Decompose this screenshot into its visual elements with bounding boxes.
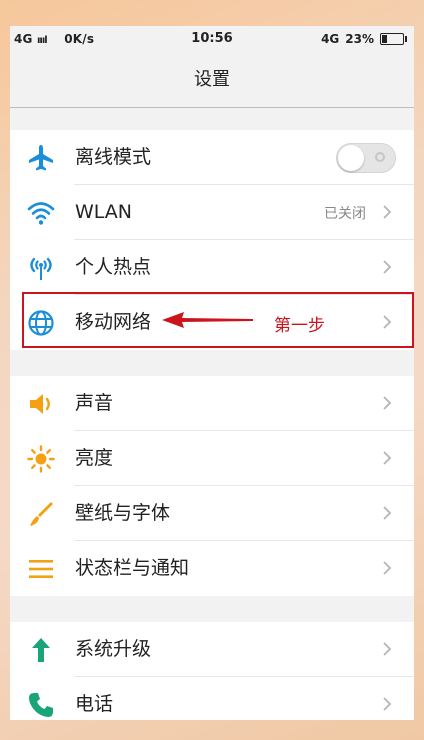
chevron-right-icon — [380, 450, 394, 466]
settings-item-label: 电话 — [75, 693, 114, 715]
settings-item-statusbar-notifications[interactable]: 状态栏与通知 — [10, 541, 414, 596]
status-right: 4G 23% — [321, 32, 407, 46]
brush-icon — [26, 499, 56, 529]
phone-screen: 4G ıııl 0K/s 10:56 4G 23% 设置 离线模式 WLAN 已… — [10, 26, 414, 720]
battery-percent: 23% — [345, 32, 374, 46]
settings-group-system: 系统升级 电话 — [10, 622, 414, 720]
settings-item-label: 状态栏与通知 — [75, 557, 190, 579]
speaker-icon — [26, 389, 56, 419]
settings-item-wallpaper-font[interactable]: 壁纸与字体 — [10, 486, 414, 541]
chevron-right-icon — [380, 204, 394, 220]
page-title: 设置 — [10, 52, 414, 108]
chevron-right-icon — [380, 696, 394, 712]
settings-item-sound[interactable]: 声音 — [10, 376, 414, 431]
menu-lines-icon — [26, 554, 56, 584]
chevron-right-icon — [380, 505, 394, 521]
airplane-mode-toggle[interactable] — [336, 143, 396, 173]
settings-item-label: 声音 — [75, 392, 114, 414]
settings-item-phone[interactable]: 电话 — [10, 677, 414, 720]
settings-item-brightness[interactable]: 亮度 — [10, 431, 414, 486]
wifi-icon — [26, 198, 56, 228]
wlan-status: 已关闭 — [324, 206, 366, 222]
settings-item-airplane-mode[interactable]: 离线模式 — [10, 130, 414, 185]
chevron-right-icon — [380, 641, 394, 657]
airplane-icon — [26, 143, 56, 173]
battery-icon — [380, 33, 407, 45]
chevron-right-icon — [380, 560, 394, 576]
chevron-right-icon — [380, 395, 394, 411]
settings-item-label: 离线模式 — [75, 146, 152, 168]
network-type-right: 4G — [321, 32, 340, 46]
settings-group-display: 声音 亮度 壁纸与字体 状态栏与通知 — [10, 376, 414, 596]
up-arrow-icon — [26, 635, 56, 665]
sun-icon — [26, 444, 56, 474]
annotation-step-label: 第一步 — [274, 316, 325, 336]
status-bar: 4G ıııl 0K/s 10:56 4G 23% — [10, 26, 414, 52]
settings-item-label: 壁纸与字体 — [75, 502, 171, 524]
settings-item-label: WLAN — [75, 201, 133, 223]
settings-item-wlan[interactable]: WLAN 已关闭 — [10, 185, 414, 240]
toggle-knob — [338, 145, 364, 171]
phone-icon — [26, 690, 56, 720]
toggle-off-indicator — [375, 152, 385, 162]
annotation-arrow-icon — [160, 309, 255, 331]
settings-item-system-update[interactable]: 系统升级 — [10, 622, 414, 677]
settings-item-hotspot[interactable]: 个人热点 — [10, 240, 414, 295]
hotspot-icon — [26, 253, 56, 283]
settings-item-label: 亮度 — [75, 447, 114, 469]
chevron-right-icon — [380, 259, 394, 275]
settings-item-label: 个人热点 — [75, 256, 152, 278]
settings-item-label: 系统升级 — [75, 638, 152, 660]
